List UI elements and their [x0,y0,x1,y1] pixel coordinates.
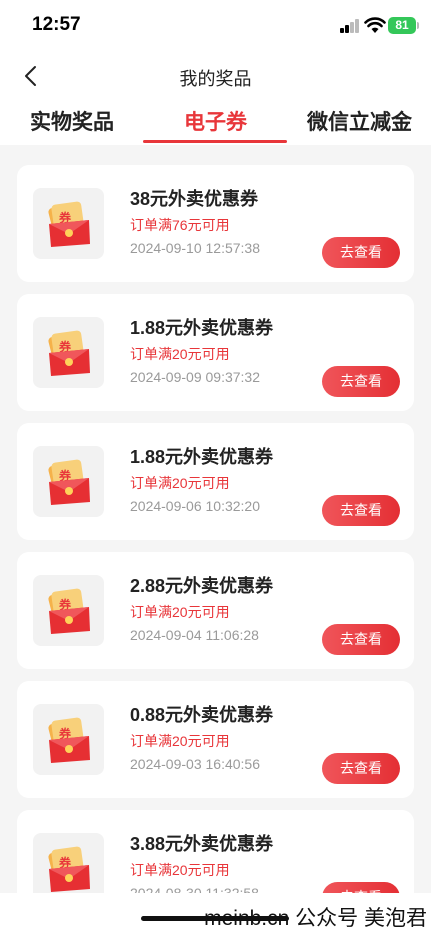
coupon-condition: 订单满20元可用 [130,346,230,362]
red-envelope-coupon-icon: 券 [48,330,90,376]
red-envelope-coupon-icon: 券 [48,846,90,892]
coupon-time: 2024-09-10 12:57:38 [130,240,260,256]
coupon-condition: 订单满20元可用 [130,604,230,620]
tab-bar: 实物奖品 电子券 微信立减金 [0,100,431,145]
red-envelope-coupon-icon: 券 [48,459,90,505]
status-bar: 12:57 81 [0,0,431,52]
page-title: 我的奖品 [179,69,252,89]
coupon-thumbnail: 券 [33,188,104,259]
coupon-title: 2.88元外卖优惠券 [130,576,274,596]
status-time: 12:57 [32,14,81,35]
coupon-card[interactable]: 券 38元外卖优惠券 订单满76元可用 2024-09-10 12:57:38 … [17,165,414,282]
tab-e-coupons[interactable]: 电子券 [184,106,247,136]
coupon-title: 0.88元外卖优惠券 [130,705,274,725]
view-button[interactable]: 去查看 [322,237,400,268]
coupon-card[interactable]: 券 1.88元外卖优惠券 订单满20元可用 2024-09-06 10:32:2… [17,423,414,540]
coupon-condition: 订单满20元可用 [130,862,230,878]
coupon-card[interactable]: 券 1.88元外卖优惠券 订单满20元可用 2024-09-09 09:37:3… [17,294,414,411]
coupon-thumbnail: 券 [33,446,104,517]
red-envelope-coupon-icon: 券 [48,201,90,247]
signal-icon [340,19,360,33]
view-button[interactable]: 去查看 [322,753,400,784]
nav-bar: 我的奖品 [0,52,431,100]
view-button[interactable]: 去查看 [322,495,400,526]
battery-icon: 81 [388,17,419,34]
coupon-thumbnail: 券 [33,704,104,775]
coupon-title: 1.88元外卖优惠券 [130,447,274,467]
red-envelope-coupon-icon: 券 [48,588,90,634]
coupon-condition: 订单满76元可用 [130,217,230,233]
tab-physical-prizes[interactable]: 实物奖品 [30,106,114,136]
wifi-icon [364,16,386,34]
coupon-time: 2024-09-09 09:37:32 [130,369,260,385]
coupon-condition: 订单满20元可用 [130,475,230,491]
coupon-time: 2024-09-03 16:40:56 [130,756,260,772]
coupon-thumbnail: 券 [33,317,104,388]
view-button[interactable]: 去查看 [322,624,400,655]
coupon-title: 1.88元外卖优惠券 [130,318,274,338]
red-envelope-coupon-icon: 券 [48,717,90,763]
coupon-card[interactable]: 券 0.88元外卖优惠券 订单满20元可用 2024-09-03 16:40:5… [17,681,414,798]
coupon-time: 2024-09-04 11:06:28 [130,627,259,643]
coupon-card[interactable]: 券 2.88元外卖优惠券 订单满20元可用 2024-09-04 11:06:2… [17,552,414,669]
coupon-list: 券 38元外卖优惠券 订单满76元可用 2024-09-10 12:57:38 … [17,165,414,933]
tab-wechat-discount[interactable]: 微信立减金 [307,106,412,136]
coupon-title: 38元外卖优惠券 [130,189,259,209]
view-button[interactable]: 去查看 [322,366,400,397]
coupon-thumbnail: 券 [33,575,104,646]
tab-indicator [143,140,287,143]
coupon-title: 3.88元外卖优惠券 [130,834,274,854]
coupon-condition: 订单满20元可用 [130,733,230,749]
watermark-text: meinb.cn 公众号 美泡君 [204,907,427,930]
coupon-time: 2024-09-06 10:32:20 [130,498,260,514]
